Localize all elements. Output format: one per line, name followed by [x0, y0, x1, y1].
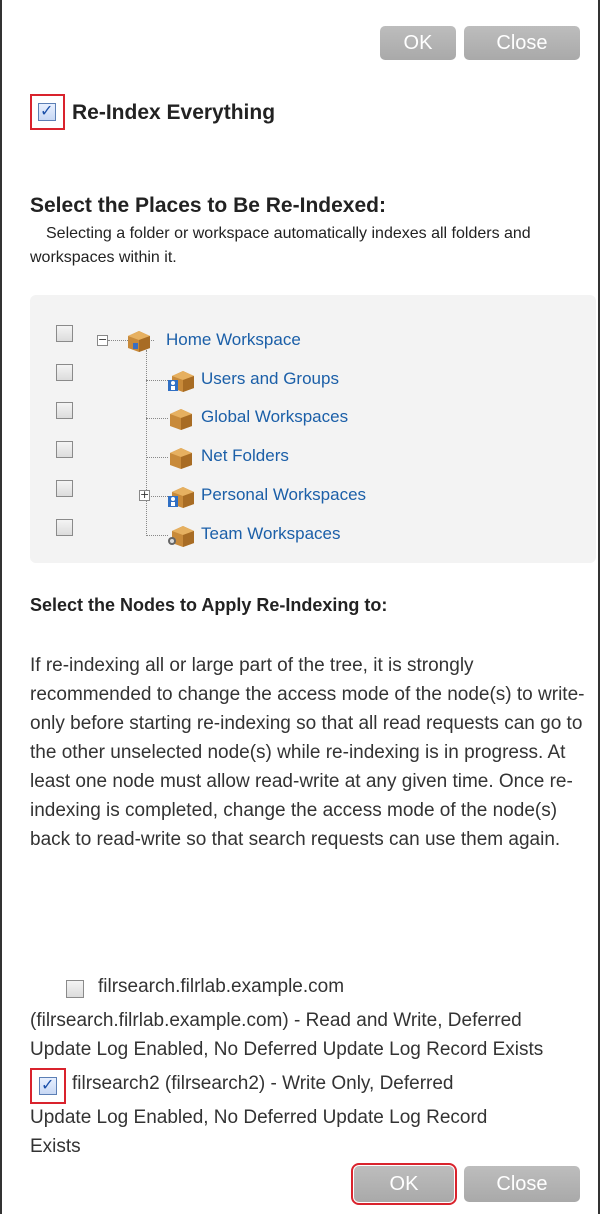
- team-folder-icon: [168, 523, 194, 547]
- tree-connector-team: [146, 535, 168, 536]
- close-button-top[interactable]: Close: [464, 26, 580, 60]
- net-folder-icon: [168, 445, 192, 469]
- nodes-heading: Select the Nodes to Apply Re-Indexing to…: [30, 595, 388, 615]
- tree-node-team-workspaces[interactable]: Team Workspaces: [201, 524, 341, 544]
- tree-checkbox-net-folders[interactable]: [56, 441, 73, 458]
- tree-checkbox-global-workspaces[interactable]: [56, 402, 73, 419]
- tree-connector-global: [146, 418, 168, 419]
- close-button-bottom[interactable]: Close: [464, 1166, 580, 1202]
- expand-personal-workspaces-icon[interactable]: +: [139, 489, 150, 501]
- collapse-home-workspace-icon[interactable]: −: [97, 334, 108, 346]
- tree-connector-net: [146, 457, 168, 458]
- tree-connector-vertical: [146, 350, 147, 536]
- global-workspace-folder-icon: [168, 406, 192, 430]
- tree-connector-users: [146, 380, 168, 381]
- tree-node-users-and-groups[interactable]: Users and Groups: [201, 369, 339, 389]
- node-checkbox-filrsearch2[interactable]: [39, 1075, 57, 1095]
- home-workspace-folder-icon: [126, 328, 150, 352]
- nodes-warning-text: If re-indexing all or large part of the …: [30, 655, 585, 850]
- tree-checkbox-team-workspaces[interactable]: [56, 519, 73, 536]
- tree-checkbox-users-and-groups[interactable]: [56, 364, 73, 381]
- reindex-everything-checkbox[interactable]: [38, 101, 56, 121]
- places-heading: Select the Places to Be Re-Indexed:: [30, 194, 386, 217]
- tree-checkbox-personal-workspaces[interactable]: [56, 480, 73, 497]
- places-description: Selecting a folder or workspace automati…: [30, 225, 531, 266]
- tree-node-personal-workspaces[interactable]: Personal Workspaces: [201, 485, 366, 505]
- personal-folder-icon: [168, 484, 194, 508]
- reindex-everything-label: Re-Index Everything: [72, 101, 276, 124]
- tree-checkbox-home-workspace[interactable]: [56, 325, 73, 342]
- node-checkbox-filrsearch[interactable]: [66, 980, 84, 998]
- node-name-filrsearch: filrsearch.filrlab.example.com: [98, 976, 345, 997]
- tree-node-home-workspace[interactable]: Home Workspace: [166, 330, 301, 350]
- places-tree-panel: [30, 295, 596, 563]
- node-name-filrsearch2: filrsearch2 (filrsearch2) - Write Only, …: [72, 1073, 454, 1094]
- node-details-filrsearch: (filrsearch.filrlab.example.com) - Read …: [30, 1010, 544, 1060]
- node-details-filrsearch2: Update Log Enabled, No Deferred Update L…: [30, 1107, 488, 1157]
- ok-button-top[interactable]: OK: [380, 26, 456, 60]
- tree-node-net-folders[interactable]: Net Folders: [201, 446, 289, 466]
- tree-node-global-workspaces[interactable]: Global Workspaces: [201, 407, 348, 427]
- ok-button-bottom[interactable]: OK: [351, 1163, 457, 1205]
- users-folder-icon: [168, 368, 194, 392]
